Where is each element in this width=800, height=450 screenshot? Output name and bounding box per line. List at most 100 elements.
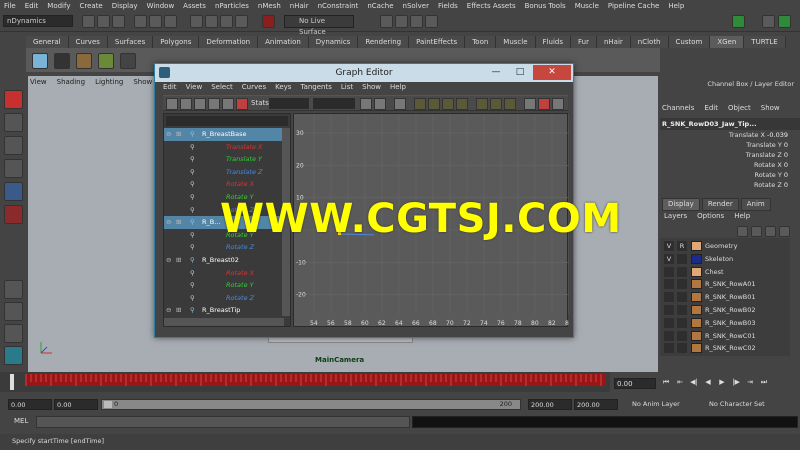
layer-name[interactable]: R_SNK_RowC02 <box>705 342 756 355</box>
xgen-groom-icon[interactable] <box>98 53 114 69</box>
layer-color-swatch[interactable] <box>691 317 702 328</box>
channel-box-node-name[interactable]: R_SNK_RowD03_Jaw_Tip... <box>660 118 800 130</box>
menu-pipeline-cache[interactable]: Pipeline Cache <box>608 2 659 10</box>
graph-menu-view[interactable]: View <box>186 83 203 91</box>
step-tangent-icon[interactable] <box>490 98 502 110</box>
layout-hypershade-icon[interactable] <box>4 346 23 365</box>
layer-row[interactable]: R_SNK_RowB01 <box>660 291 790 304</box>
layer-reference-toggle[interactable] <box>677 330 687 341</box>
select-object-icon[interactable] <box>149 15 162 28</box>
channel-attr-row[interactable]: Rotate X 0 <box>660 160 788 170</box>
xgen-description-icon[interactable] <box>76 53 92 69</box>
snap-plane-icon[interactable] <box>235 15 248 28</box>
channel-pin-icon[interactable]: ⚲ <box>190 178 195 191</box>
layer-row[interactable]: Chest <box>660 266 790 279</box>
layer-visibility-toggle[interactable] <box>664 330 674 341</box>
outliner-channel[interactable]: ⚲ Rotate X <box>164 178 282 191</box>
layer-color-swatch[interactable] <box>691 241 702 251</box>
channel-attr-value[interactable]: 0 <box>784 161 788 169</box>
snap-curve-icon[interactable] <box>205 15 218 28</box>
snap-point-icon[interactable] <box>220 15 233 28</box>
expand-children-icon[interactable]: ⊞ <box>176 128 181 141</box>
shelf-tab-ncloth[interactable]: nCloth <box>630 36 669 48</box>
new-scene-icon[interactable] <box>82 15 95 28</box>
collapse-icon[interactable]: ⊖ <box>166 254 171 267</box>
layer-visibility-toggle[interactable] <box>664 292 674 303</box>
layer-tab-display[interactable]: Display <box>662 198 700 211</box>
layer-reference-toggle[interactable] <box>677 266 687 277</box>
menuset-dropdown[interactable]: nDynamics <box>3 15 73 27</box>
layer-row[interactable]: R_SNK_RowA01 <box>660 278 790 291</box>
layer-visibility-toggle[interactable] <box>664 305 674 315</box>
shelf-tab-curves[interactable]: Curves <box>68 36 108 48</box>
outliner-channel[interactable]: ⚲ Rotate Z <box>164 292 282 305</box>
layer-visibility-toggle[interactable]: V <box>664 241 674 251</box>
shelf-tab-polygons[interactable]: Polygons <box>153 36 200 48</box>
channel-menu-show[interactable]: Show <box>761 104 780 112</box>
start-time-field[interactable]: 0.00 <box>8 399 52 410</box>
layer-reference-toggle[interactable] <box>677 253 687 264</box>
command-input[interactable] <box>36 416 410 428</box>
viewport-menu-show[interactable]: Show <box>133 78 152 90</box>
channel-pin-icon[interactable]: ⚲ <box>190 153 195 166</box>
layer-color-swatch[interactable] <box>691 253 702 264</box>
live-surface-icon[interactable] <box>262 15 275 28</box>
channel-menu-edit[interactable]: Edit <box>704 104 718 112</box>
end-time-field[interactable]: 200.00 <box>574 399 618 410</box>
menu-nmesh[interactable]: nMesh <box>258 2 281 10</box>
shelf-tab-fur[interactable]: Fur <box>570 36 597 48</box>
menu-bonus-tools[interactable]: Bonus Tools <box>525 2 566 10</box>
graph-menu-list[interactable]: List <box>341 83 353 91</box>
outliner-node[interactable]: ⊖ ⊞ ⚲ R_BreastBase <box>164 128 282 141</box>
current-time-indicator[interactable] <box>10 374 14 390</box>
outliner-node[interactable]: ⊖ ⊞ ⚲ R_Breast02 <box>164 254 282 267</box>
channel-pin-icon[interactable]: ⚲ <box>190 229 195 242</box>
frame-playback-icon[interactable] <box>394 98 406 110</box>
shelf-tab-custom[interactable]: Custom <box>668 36 711 48</box>
unify-tangents-icon[interactable] <box>552 98 564 110</box>
layer-reference-toggle[interactable] <box>677 317 687 328</box>
playback-start-field[interactable]: 0.00 <box>54 399 98 410</box>
channel-pin-icon[interactable]: ⚲ <box>190 204 195 217</box>
layer-menu-help[interactable]: Help <box>734 212 750 220</box>
layout-four-icon[interactable] <box>4 302 23 321</box>
snap-grid-icon[interactable] <box>190 15 203 28</box>
menu-file[interactable]: File <box>4 2 16 10</box>
layer-tab-render[interactable]: Render <box>701 198 739 211</box>
layer-name[interactable]: R_SNK_RowB02 <box>705 304 756 317</box>
layout-single-icon[interactable] <box>4 280 23 299</box>
step-back-frame-icon[interactable]: ◀| <box>688 376 700 389</box>
menu-assets[interactable]: Assets <box>183 2 206 10</box>
channel-pin-icon[interactable]: ⚲ <box>190 267 195 280</box>
channel-box-toggle-icon[interactable] <box>778 15 791 28</box>
channel-attr-value[interactable]: 0 <box>784 151 788 159</box>
menu-create[interactable]: Create <box>79 2 102 10</box>
expand-children-icon[interactable]: ⊞ <box>176 304 181 317</box>
channel-attr-row[interactable]: Translate Z 0 <box>660 150 788 160</box>
layer-color-swatch[interactable] <box>691 279 702 290</box>
stats-value-field[interactable] <box>313 98 355 109</box>
menu-nsolver[interactable]: nSolver <box>403 2 429 10</box>
layer-name[interactable]: R_SNK_RowC01 <box>705 330 756 343</box>
frame-all-icon[interactable] <box>360 98 372 110</box>
menu-fields[interactable]: Fields <box>438 2 458 10</box>
lasso-tool-icon[interactable] <box>4 113 23 132</box>
channel-pin-icon[interactable]: ⚲ <box>190 292 195 305</box>
collapse-icon[interactable]: ⊖ <box>166 304 171 317</box>
viewport-menu-view[interactable]: View <box>30 78 47 90</box>
shelf-tab-muscle[interactable]: Muscle <box>496 36 536 48</box>
range-slider[interactable]: 0 200 <box>101 399 521 410</box>
layer-name[interactable]: Geometry <box>705 240 737 253</box>
layer-row[interactable]: R_SNK_RowB02 <box>660 304 790 317</box>
channel-pin-icon[interactable]: ⚲ <box>190 166 195 179</box>
layer-name[interactable]: R_SNK_RowB03 <box>705 317 756 330</box>
play-forward-icon[interactable]: ▶ <box>716 376 728 389</box>
xgen-icon[interactable] <box>32 53 48 69</box>
outliner-filter-field[interactable] <box>166 116 288 126</box>
spline-tangent-icon[interactable] <box>428 98 440 110</box>
save-scene-icon[interactable] <box>112 15 125 28</box>
layer-row[interactable]: R_SNK_RowB03 <box>660 317 790 330</box>
channel-attr-row[interactable]: Translate Y 0 <box>660 140 788 150</box>
range-slider-start-handle[interactable] <box>104 401 112 408</box>
show-modeling-toolkit-icon[interactable] <box>732 15 745 28</box>
